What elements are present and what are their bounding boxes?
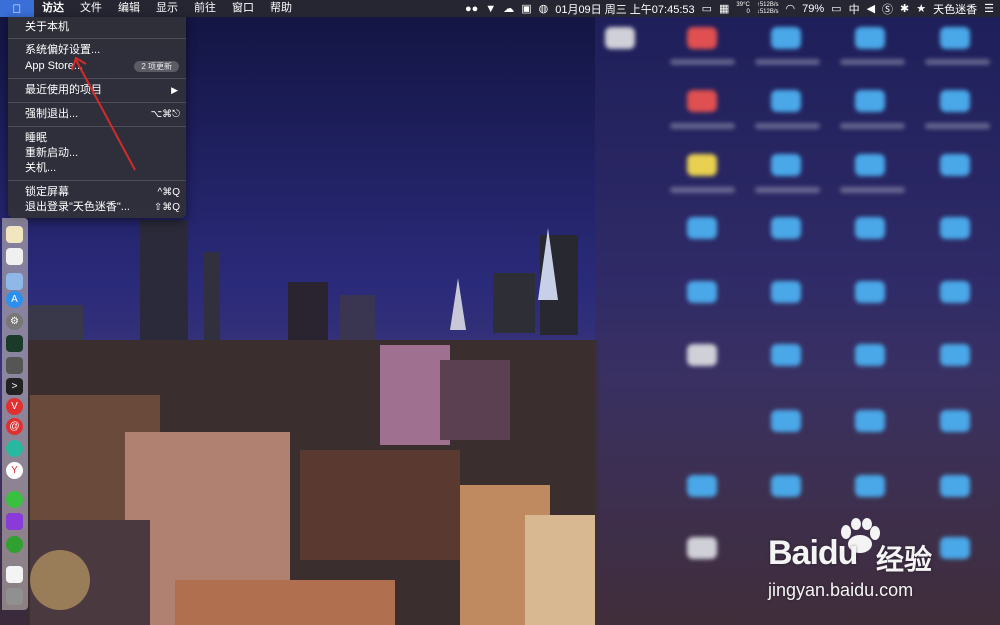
- baidu-watermark: Baidu 经验 jingyan.baidu.com: [768, 518, 958, 603]
- watermark-cn: 经验: [876, 544, 933, 575]
- watermark-url: jingyan.baidu.com: [768, 580, 914, 600]
- watermark-brand: Baidu: [768, 534, 858, 572]
